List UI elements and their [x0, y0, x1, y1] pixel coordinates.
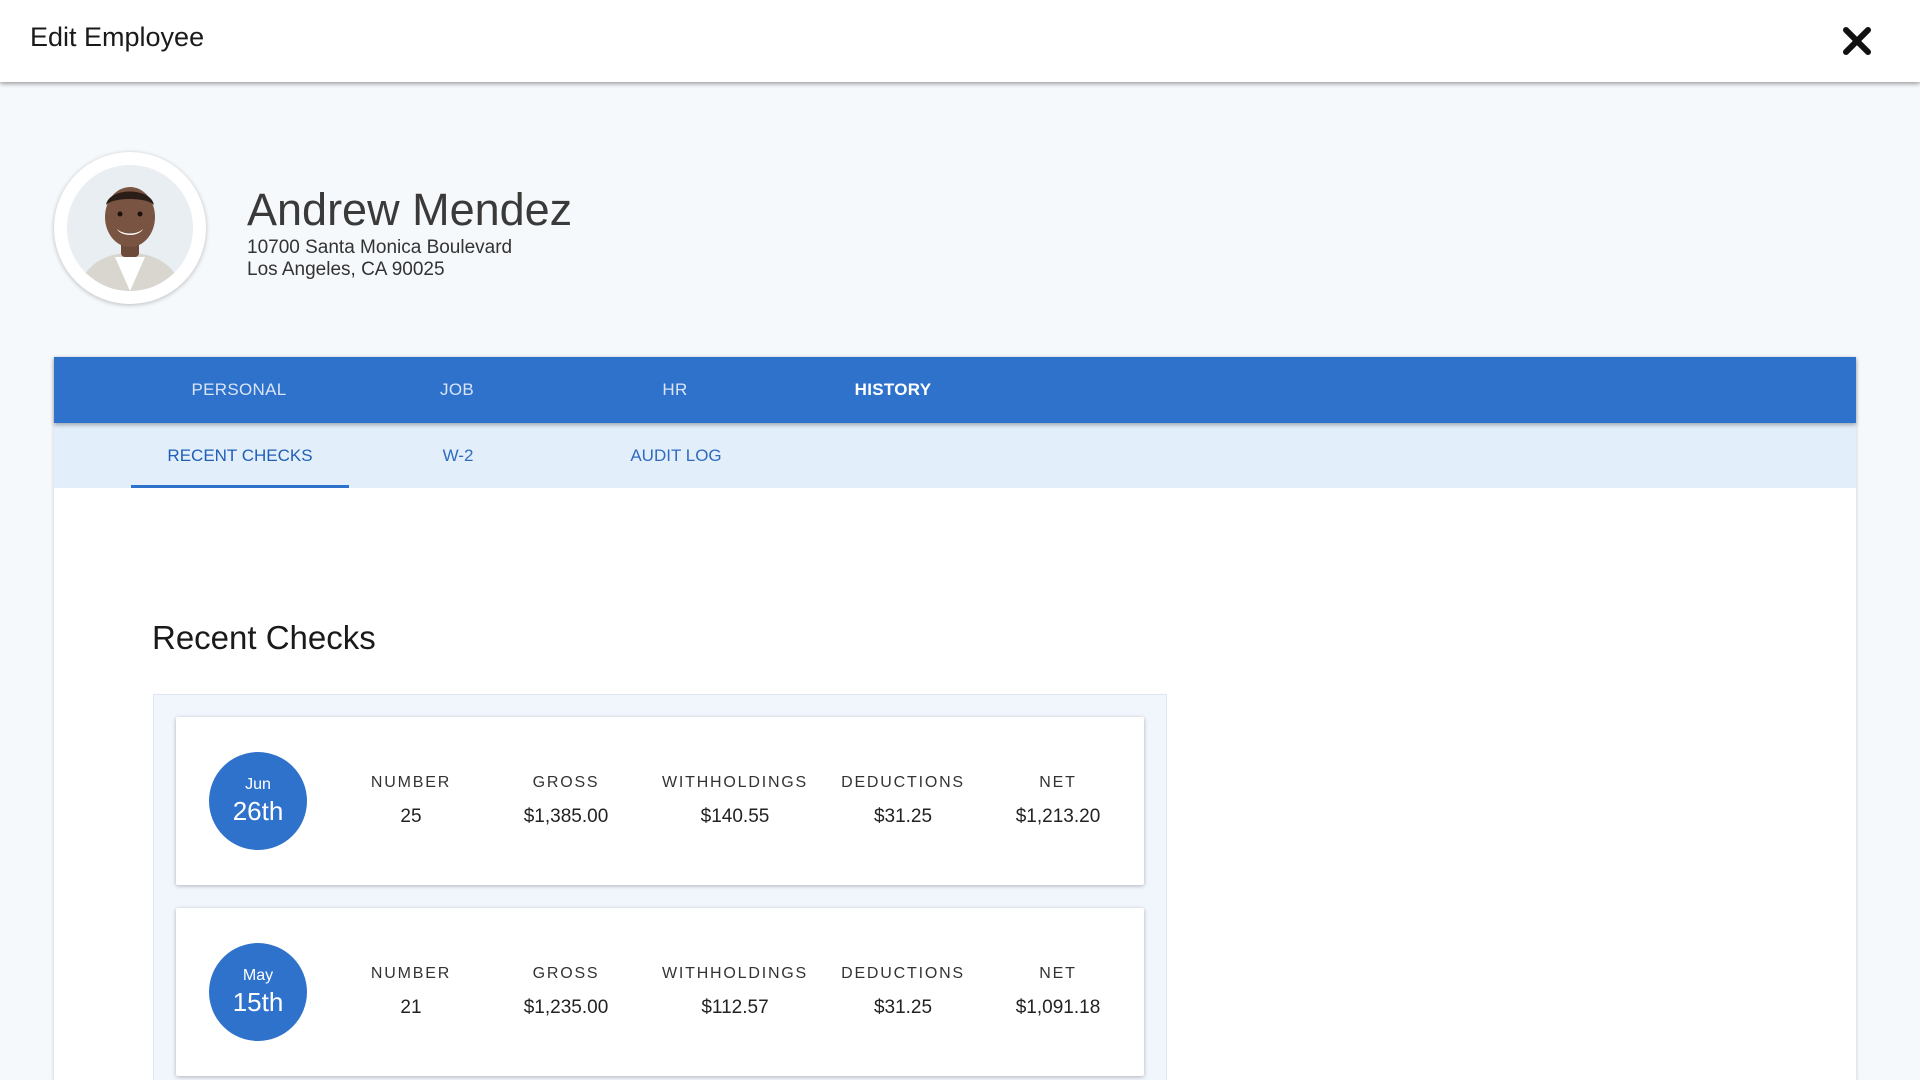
- check-number: NUMBER 25: [331, 717, 491, 885]
- check-withholdings: WITHHOLDINGS $112.57: [655, 908, 815, 1076]
- top-app-bar: Edit Employee: [0, 0, 1920, 82]
- column-label: NUMBER: [370, 774, 452, 791]
- check-net: NET $1,213.20: [978, 717, 1138, 885]
- column-label: NET: [1039, 965, 1077, 982]
- column-value: $31.25: [873, 806, 933, 827]
- checks-list: Jun 26th NUMBER 25 GROSS $1,385.00 WITHH…: [153, 694, 1167, 1080]
- close-icon: [1843, 27, 1871, 55]
- column-value: $31.25: [873, 997, 933, 1018]
- column-label: WITHHOLDINGS: [661, 774, 809, 791]
- main-tab-bar: PERSONAL JOB HR HISTORY: [54, 357, 1856, 423]
- column-label: DEDUCTIONS: [841, 965, 965, 982]
- employee-name: Andrew Mendez: [247, 184, 573, 235]
- column-value: $1,385.00: [523, 806, 609, 827]
- check-gross: GROSS $1,235.00: [486, 908, 646, 1076]
- column-value: $1,213.20: [1015, 806, 1101, 827]
- check-day: 15th: [232, 986, 284, 1017]
- column-value: $140.55: [700, 806, 770, 827]
- column-value: $112.57: [701, 997, 769, 1018]
- address-line-1: 10700 Santa Monica Boulevard: [247, 237, 513, 258]
- column-label: WITHHOLDINGS: [661, 965, 809, 982]
- check-card[interactable]: Jun 26th NUMBER 25 GROSS $1,385.00 WITHH…: [176, 717, 1144, 885]
- check-date-badge: May 15th: [209, 943, 307, 1041]
- sub-tab-bar: RECENT CHECKS W-2 AUDIT LOG: [54, 423, 1856, 488]
- check-date-badge: Jun 26th: [209, 752, 307, 850]
- column-value: $1,091.18: [1015, 997, 1101, 1018]
- check-deductions: DEDUCTIONS $31.25: [823, 908, 983, 1076]
- avatar[interactable]: [54, 152, 206, 304]
- check-month: Jun: [245, 775, 271, 793]
- column-value: $1,235.00: [523, 997, 609, 1018]
- tab-personal[interactable]: PERSONAL: [130, 357, 348, 423]
- check-net: NET $1,091.18: [978, 908, 1138, 1076]
- check-card[interactable]: May 15th NUMBER 21 GROSS $1,235.00 WITHH…: [176, 908, 1144, 1076]
- check-withholdings: WITHHOLDINGS $140.55: [655, 717, 815, 885]
- check-number: NUMBER 21: [331, 908, 491, 1076]
- column-value: 25: [400, 806, 422, 827]
- tab-job[interactable]: JOB: [348, 357, 566, 423]
- tab-history[interactable]: HISTORY: [784, 357, 1002, 423]
- address-line-2: Los Angeles, CA 90025: [247, 259, 445, 280]
- subtab-recent-checks[interactable]: RECENT CHECKS: [131, 423, 349, 488]
- close-button[interactable]: [1836, 20, 1878, 62]
- check-gross: GROSS $1,385.00: [486, 717, 646, 885]
- subtab-audit-log[interactable]: AUDIT LOG: [567, 423, 785, 488]
- tab-hr[interactable]: HR: [566, 357, 784, 423]
- employee-card: PERSONAL JOB HR HISTORY RECENT CHECKS W-…: [54, 357, 1856, 1080]
- subtab-w2[interactable]: W-2: [349, 423, 567, 488]
- column-label: NUMBER: [370, 965, 452, 982]
- section-title: Recent Checks: [152, 619, 376, 656]
- column-label: GROSS: [532, 965, 600, 982]
- column-value: 21: [400, 997, 422, 1018]
- column-label: GROSS: [532, 774, 600, 791]
- page-title: Edit Employee: [30, 22, 205, 52]
- check-day: 26th: [232, 795, 284, 826]
- check-deductions: DEDUCTIONS $31.25: [823, 717, 983, 885]
- avatar-photo: [67, 165, 193, 291]
- check-month: May: [242, 966, 274, 984]
- column-label: NET: [1039, 774, 1077, 791]
- column-label: DEDUCTIONS: [841, 774, 965, 791]
